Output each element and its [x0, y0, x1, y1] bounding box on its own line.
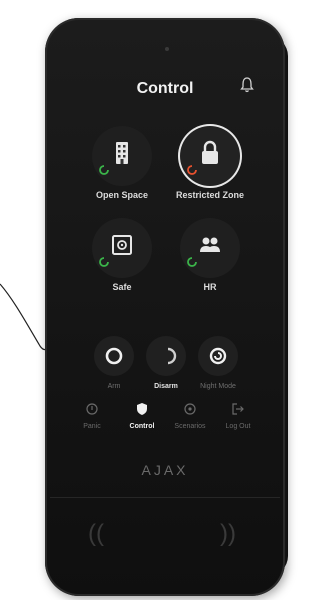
nav-label: Panic: [83, 423, 101, 430]
zone-tile: [92, 126, 152, 186]
mode-label-arm: Arm: [107, 383, 121, 390]
page-title: Control: [136, 80, 194, 97]
zone-label: Open Space: [95, 190, 149, 200]
brand-logo: AJAX: [141, 462, 189, 478]
scenarios-icon: [184, 403, 196, 415]
nav-label: Scenarios: [174, 423, 206, 430]
rfid-right-icon: )): [220, 520, 236, 547]
arm-button[interactable]: [94, 336, 134, 376]
touch-screen: Control Open Space Restricted Zone Safe …: [70, 68, 260, 448]
zone-label: Restricted Zone: [175, 190, 244, 200]
status-ring-icon: [99, 165, 109, 175]
camera-dot: [165, 47, 169, 51]
mode-label-disarm: Disarm: [154, 383, 178, 390]
building-icon: [116, 142, 128, 164]
zone-label: Safe: [112, 282, 132, 292]
people-icon: [200, 237, 220, 252]
status-ring-icon: [99, 257, 109, 267]
mode-label-night-mode: Night Mode: [200, 383, 236, 390]
arm-icon: [105, 347, 123, 365]
nav-item-log-out[interactable]: Log Out: [216, 402, 260, 430]
zone-restricted-zone[interactable]: Restricted Zone: [174, 126, 246, 201]
lock-icon: [202, 140, 218, 164]
nav-item-control[interactable]: Control: [120, 402, 164, 430]
rfid-left-icon: ((: [88, 520, 104, 547]
night-mode-button[interactable]: [198, 336, 238, 376]
zone-tile: [180, 218, 240, 278]
zone-label: HR: [203, 282, 217, 292]
panic-icon: [86, 403, 98, 415]
nav-item-panic[interactable]: Panic: [70, 402, 114, 430]
divider: [50, 497, 280, 498]
night-mode-icon: [209, 347, 227, 365]
zone-tile: [92, 218, 152, 278]
disarm-icon: [167, 347, 177, 365]
zone-safe[interactable]: Safe: [86, 218, 158, 293]
nav-label: Control: [129, 423, 155, 430]
zone-open-space[interactable]: Open Space: [86, 126, 158, 201]
status-ring-icon: [187, 165, 197, 175]
disarm-button[interactable]: [146, 336, 186, 376]
shield-icon: [137, 403, 147, 415]
status-ring-icon: [187, 257, 197, 267]
bell-icon[interactable]: [239, 76, 255, 94]
zone-tile: [180, 126, 240, 186]
zone-hr[interactable]: HR: [174, 218, 246, 293]
nav-item-scenarios[interactable]: Scenarios: [168, 402, 212, 430]
nav-label: Log Out: [225, 423, 251, 430]
safe-icon: [112, 235, 132, 255]
logout-icon: [232, 403, 244, 415]
